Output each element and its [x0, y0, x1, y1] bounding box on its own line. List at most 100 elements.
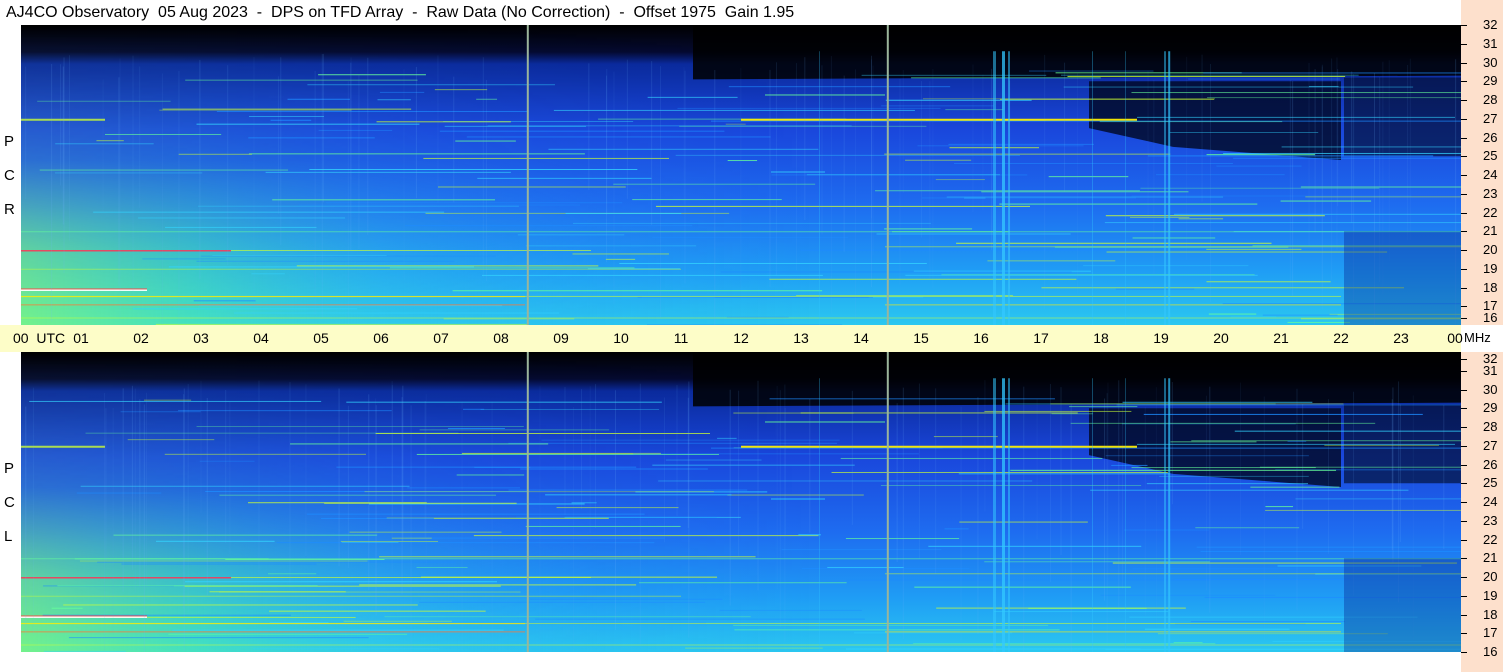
lcp-streak [896, 403, 898, 562]
time-tick-label: 20 [1213, 330, 1229, 346]
lcp-streak [1263, 396, 1265, 640]
lcp-rfi-line [633, 453, 919, 455]
rcp-rfi-line [196, 260, 455, 262]
lcp-rfi-line [914, 586, 1131, 588]
rcp-rfi-line [477, 177, 652, 179]
lcp-band [21, 558, 1461, 560]
lcp-streak [960, 406, 962, 641]
frequency-tick-mark [1461, 483, 1467, 485]
frequency-tick-label: 22 [1483, 204, 1498, 220]
lcp-rfi-line [290, 443, 549, 445]
lcp-broadband-column [1168, 378, 1171, 652]
lcp-streak [639, 383, 641, 645]
rcp-rfi-line [325, 202, 623, 204]
frequency-tick-mark [1461, 595, 1467, 597]
lcp-streak [1392, 387, 1394, 564]
lcp-rfi-line [76, 492, 162, 494]
lcp-rfi-line [341, 541, 399, 543]
frequency-tick-label: 27 [1483, 110, 1498, 126]
lcp-rfi-line [199, 460, 255, 462]
rcp-rfi-line [466, 136, 771, 138]
rcp-streak [991, 68, 993, 251]
lcp-rfi-line [1144, 628, 1290, 630]
lcp-rfi-line [121, 563, 317, 565]
rcp-rfi-line [142, 258, 226, 260]
rcp-streak [872, 65, 874, 256]
lcp-rfi-line [508, 442, 837, 444]
lcp-frequency-axis: 16 17 18 19 20 21 22 23 24 25 26 27 28 29 30 31 32 [1461, 352, 1503, 672]
rcp-streak [1292, 81, 1294, 296]
lcp-band [21, 595, 681, 597]
time-axis: 00 UTC 01 02 03 04 05 06 07 08 09 10 11 12 13 14 15 16 17… [0, 325, 1463, 352]
frequency-tick-label: 16 [1483, 644, 1498, 659]
lcp-streak [1106, 393, 1108, 647]
rcp-streak [1186, 56, 1188, 260]
lcp-band [21, 616, 147, 618]
rcp-streak [821, 65, 823, 235]
lcp-rfi-line [800, 412, 1078, 414]
lcp-rfi-line [845, 538, 960, 540]
rcp-rfi-line [905, 159, 972, 161]
rcp-streak [932, 68, 934, 289]
rcp-streak [740, 68, 742, 291]
frequency-tick-mark [1461, 62, 1467, 64]
rcp-streak [321, 54, 323, 318]
chart-title: AJ4CO Observatory 05 Aug 2023 - DPS on T… [6, 4, 795, 21]
lcp-streak [664, 397, 666, 543]
rcp-rfi-line [1131, 195, 1412, 197]
rcp-rfi-line [1156, 174, 1285, 176]
rcp-rfi-line [216, 111, 528, 113]
rcp-streak [161, 73, 163, 325]
rcp-late-dim [1344, 231, 1461, 325]
rcp-streak [227, 65, 229, 266]
rcp-rfi-line [572, 253, 669, 255]
lcp-streak [375, 398, 377, 611]
time-tick-label: 05 [313, 330, 329, 346]
rcp-rfi-line [404, 225, 693, 227]
rcp-streak [1337, 68, 1339, 207]
lcp-rfi-line [343, 620, 452, 622]
time-tick-label: 09 [553, 330, 569, 346]
lcp-rfi-line [456, 474, 525, 476]
lcp-streak [131, 385, 133, 571]
frequency-tick-mark [1461, 118, 1467, 120]
frequency-tick-label: 25 [1483, 475, 1498, 491]
lcp-rfi-line [944, 528, 969, 530]
frequency-tick-label: 18 [1483, 606, 1498, 622]
lcp-rfi-line [1131, 467, 1316, 469]
lcp-streak [1399, 404, 1401, 543]
lcp-rfi-line [530, 598, 723, 600]
lcp-broadband-column [819, 378, 820, 652]
rcp-rfi-line [725, 123, 746, 125]
time-tick-label: 14 [853, 330, 869, 346]
lcp-band [21, 622, 525, 625]
rcp-rfi-line [165, 226, 317, 228]
frequency-tick-label: 21 [1483, 550, 1498, 566]
lcp-rfi-line [178, 410, 392, 412]
lcp-band [771, 498, 825, 500]
rcp-streak [51, 64, 53, 322]
rcp-band [771, 171, 825, 173]
lcp-rfi-line [1324, 444, 1439, 446]
lcp-band [21, 644, 1461, 646]
rcp-streak [403, 69, 405, 281]
rcp-rfi-line [1105, 215, 1325, 217]
rcp-streak [659, 66, 661, 318]
frequency-tick-mark [1461, 502, 1467, 503]
lcp-streak [1049, 384, 1051, 583]
rcp-streak [606, 68, 608, 216]
rcp-rfi-line [1208, 313, 1257, 315]
rcp-rfi-line [193, 300, 256, 302]
lcp-streak [25, 406, 27, 636]
rcp-rfi-line [377, 99, 411, 101]
frequency-tick-mark [1461, 250, 1467, 251]
lcp-streak [258, 380, 260, 575]
lcp-streak [183, 394, 185, 609]
lcp-streak [757, 380, 759, 591]
rcp-rfi-line [93, 211, 445, 213]
lcp-rfi-line [391, 537, 432, 539]
rcp-panel-label: P C R [0, 25, 20, 325]
lcp-rfi-line [184, 581, 498, 583]
lcp-streak [984, 380, 986, 512]
rcp-rfi-line [875, 190, 1140, 192]
